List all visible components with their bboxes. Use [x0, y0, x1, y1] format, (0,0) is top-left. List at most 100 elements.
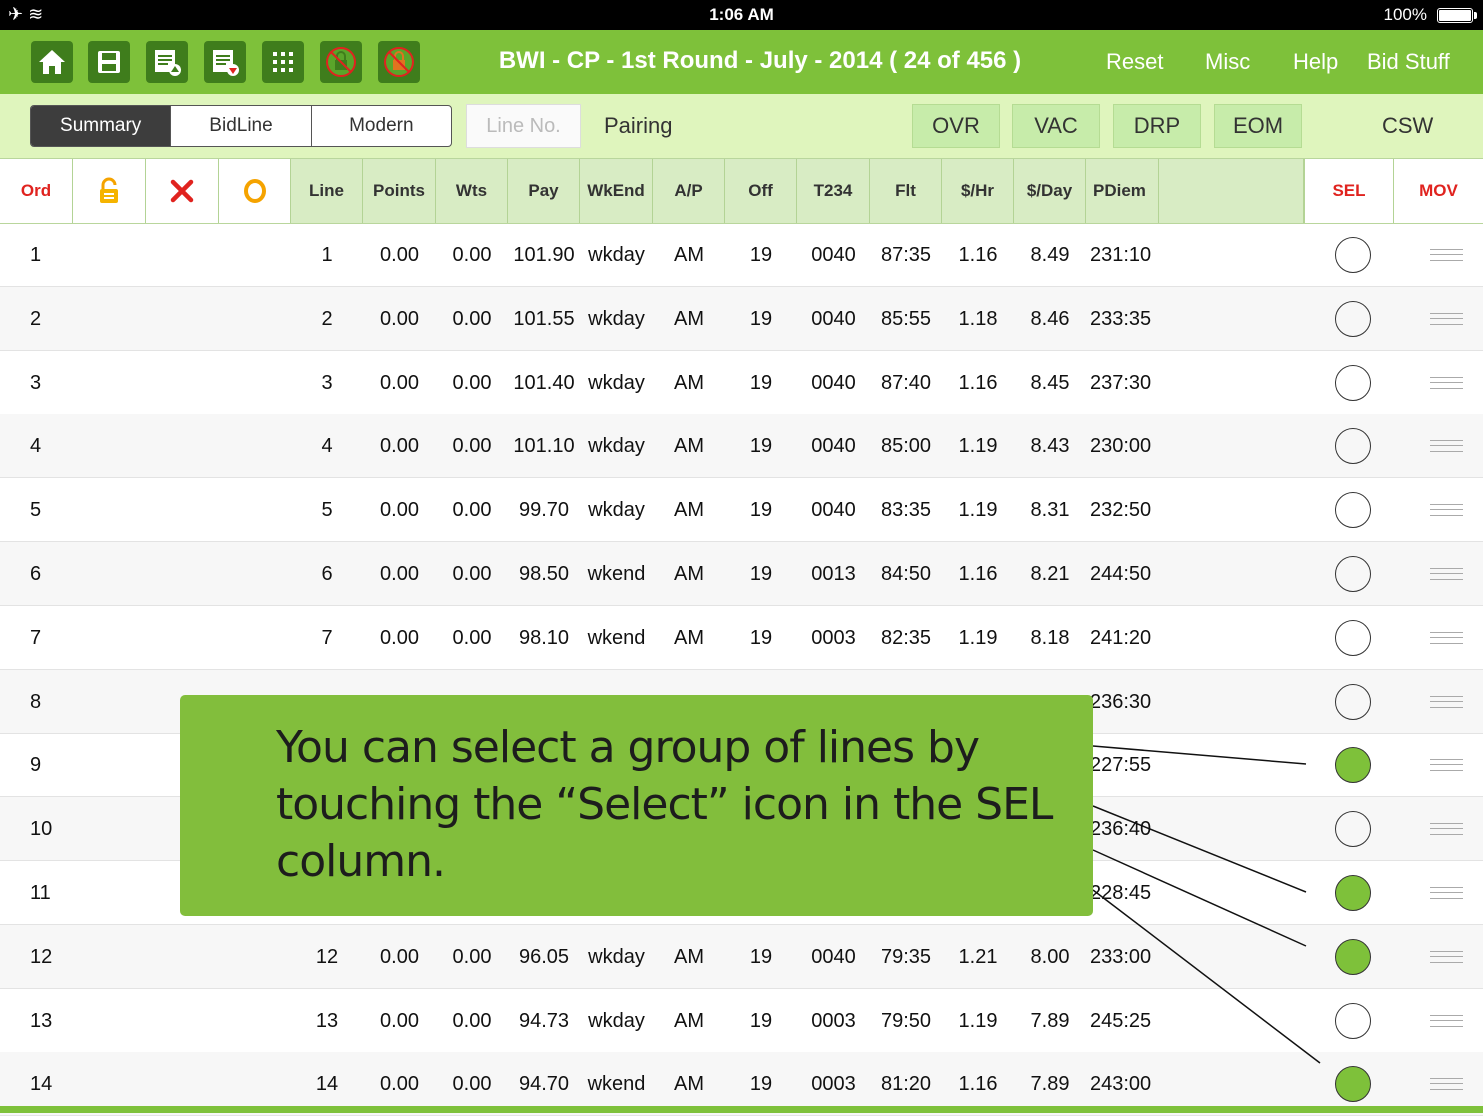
drag-handle-icon[interactable]: [1430, 376, 1463, 389]
bid-stuff-button[interactable]: Bid Stuff: [1367, 49, 1450, 75]
doc-down-icon[interactable]: [204, 41, 246, 83]
pairing-button[interactable]: Pairing: [604, 113, 672, 139]
table-row[interactable]: 3 3 0.00 0.00 101.40 wkday AM 19 0040 87:40 1.16 8.…: [0, 351, 1483, 415]
cell-hr: 1.18: [958, 307, 998, 330]
cell-day: 8.45: [1030, 371, 1070, 394]
header-ord[interactable]: Ord: [0, 159, 73, 223]
header-mov[interactable]: MOV: [1394, 159, 1483, 223]
drp-button[interactable]: DRP: [1113, 104, 1201, 148]
header-flt[interactable]: Flt: [870, 159, 942, 223]
cell-ord: 5: [30, 499, 42, 522]
reset-button[interactable]: Reset: [1106, 49, 1163, 75]
cell-wkend: wkday: [588, 244, 645, 266]
cell-pdiem: 233:35: [1090, 307, 1152, 330]
vac-button[interactable]: VAC: [1012, 104, 1100, 148]
cell-wts: 0.00: [452, 371, 492, 394]
drag-handle-icon[interactable]: [1430, 759, 1463, 772]
tab-modern[interactable]: Modern: [312, 106, 451, 146]
eom-button[interactable]: EOM: [1214, 104, 1302, 148]
drag-handle-icon[interactable]: [1430, 504, 1463, 517]
lock-red-icon[interactable]: [378, 41, 420, 83]
header-ap[interactable]: A/P: [653, 159, 725, 223]
select-toggle[interactable]: [1335, 875, 1371, 911]
drag-handle-icon[interactable]: [1430, 887, 1463, 899]
cell-off: 19: [749, 945, 773, 968]
misc-button[interactable]: Misc: [1205, 49, 1250, 75]
table-row[interactable]: 1 1 0.00 0.00 101.90 wkday AM 19 0040 87:35 1.16 8.…: [0, 223, 1483, 287]
header-lock[interactable]: [73, 159, 146, 223]
cell-day: 8.00: [1030, 945, 1070, 968]
save-icon[interactable]: [88, 41, 130, 83]
drag-handle-icon[interactable]: [1430, 950, 1463, 963]
drag-handle-icon[interactable]: [1430, 312, 1463, 325]
cell-day: 8.49: [1030, 244, 1070, 266]
drag-handle-icon[interactable]: [1430, 440, 1463, 453]
select-toggle[interactable]: [1335, 938, 1371, 975]
cell-wts: 0.00: [452, 244, 492, 266]
header-off[interactable]: Off: [725, 159, 797, 223]
drag-handle-icon[interactable]: [1430, 568, 1463, 580]
select-toggle[interactable]: [1335, 683, 1371, 720]
drag-handle-icon[interactable]: [1430, 695, 1463, 708]
cell-wkend: wkday: [588, 307, 645, 330]
header-wts[interactable]: Wts: [436, 159, 508, 223]
header-day[interactable]: $/Day: [1014, 159, 1086, 223]
cell-t234: 0003: [811, 1009, 856, 1032]
table-row[interactable]: 4 4 0.00 0.00 101.10 wkday AM 19 0040 85:00 1.19 8.…: [0, 414, 1483, 479]
doc-up-icon[interactable]: [146, 41, 188, 83]
select-toggle[interactable]: [1335, 1066, 1371, 1103]
tab-summary[interactable]: Summary: [31, 106, 172, 146]
drag-handle-icon[interactable]: [1430, 823, 1463, 836]
select-toggle[interactable]: [1335, 237, 1371, 273]
drag-handle-icon[interactable]: [1430, 249, 1463, 261]
cell-wkend: wkend: [587, 563, 646, 585]
header-t234[interactable]: T234: [797, 159, 870, 223]
grid-icon[interactable]: [262, 41, 304, 83]
clock: 1:06 AM: [709, 5, 774, 24]
table-row[interactable]: 13 13 0.00 0.00 94.73 wkday AM 19 0003 79:50 1.19 7…: [0, 989, 1483, 1053]
select-toggle[interactable]: [1335, 747, 1371, 784]
header-pay[interactable]: Pay: [508, 159, 580, 223]
table-row[interactable]: 7 7 0.00 0.00 98.10 wkend AM 19 0003 82:35 1.19 8.1…: [0, 606, 1483, 670]
select-toggle[interactable]: [1335, 428, 1371, 465]
header-pdiem[interactable]: PDiem: [1086, 159, 1159, 223]
select-toggle[interactable]: [1335, 619, 1371, 656]
cell-ap: AM: [674, 1009, 704, 1032]
header-hr[interactable]: $/Hr: [942, 159, 1014, 223]
header-sel[interactable]: SEL: [1304, 159, 1394, 223]
cell-pdiem: 244:50: [1090, 563, 1152, 585]
cell-hr: 1.16: [958, 563, 998, 585]
cell-points: 0.00: [380, 244, 419, 266]
header-line[interactable]: Line: [291, 159, 363, 223]
select-toggle[interactable]: [1335, 300, 1371, 337]
tab-bidline[interactable]: BidLine: [171, 106, 312, 146]
ovr-button[interactable]: OVR: [912, 104, 1000, 148]
table-row[interactable]: 5 5 0.00 0.00 99.70 wkday AM 19 0040 83:35 1.19 8.3…: [0, 478, 1483, 543]
select-toggle[interactable]: [1335, 811, 1371, 848]
cell-wkend: wkday: [588, 1009, 645, 1032]
select-toggle[interactable]: [1335, 1002, 1371, 1039]
home-icon[interactable]: [31, 41, 73, 83]
table-row[interactable]: 6 6 0.00 0.00 98.50 wkend AM 19 0013 84:50 1.16 8.2…: [0, 542, 1483, 606]
select-toggle[interactable]: [1335, 556, 1371, 592]
select-toggle[interactable]: [1335, 364, 1371, 401]
drag-handle-icon[interactable]: [1430, 1078, 1463, 1091]
table-row[interactable]: 2 2 0.00 0.00 101.55 wkday AM 19 0040 85:55 1.18 8.…: [0, 286, 1483, 351]
csw-button[interactable]: CSW: [1382, 113, 1433, 139]
cell-off: 19: [749, 371, 773, 394]
line-no-input[interactable]: Line No.: [466, 104, 581, 148]
header-x[interactable]: [146, 159, 219, 223]
cell-ord: 6: [30, 563, 42, 585]
drag-handle-icon[interactable]: [1430, 1014, 1463, 1027]
table-row[interactable]: 12 12 0.00 0.00 96.05 wkday AM 19 0040 79:35 1.21 8…: [0, 924, 1483, 989]
select-toggle[interactable]: [1335, 492, 1371, 529]
help-button[interactable]: Help: [1293, 49, 1338, 75]
x-icon: [170, 179, 194, 203]
header-wkend[interactable]: WkEnd: [580, 159, 653, 223]
lock-green-icon[interactable]: [320, 41, 362, 83]
header-o[interactable]: [219, 159, 291, 223]
cell-line: 3: [321, 371, 333, 394]
drag-handle-icon[interactable]: [1430, 631, 1463, 644]
header-points[interactable]: Points: [363, 159, 436, 223]
cell-t234: 0013: [811, 563, 856, 585]
